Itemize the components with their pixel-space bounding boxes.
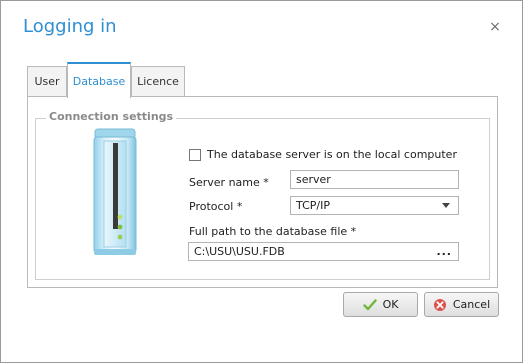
db-path-label: Full path to the database file * bbox=[189, 225, 357, 238]
local-server-checkbox-label: The database server is on the local comp… bbox=[207, 148, 457, 161]
ok-button-label: OK bbox=[382, 298, 399, 311]
tab-user[interactable]: User bbox=[27, 66, 67, 97]
server-name-input[interactable]: server bbox=[290, 170, 459, 189]
local-server-checkbox[interactable] bbox=[189, 148, 201, 161]
db-path-value: C:\USU\USU.FDB bbox=[194, 245, 285, 258]
checkmark-icon bbox=[362, 298, 377, 310]
dialog-title: Logging in bbox=[23, 16, 117, 37]
cancel-button[interactable]: Cancel bbox=[424, 292, 499, 317]
tab-database[interactable]: Database bbox=[67, 62, 131, 98]
cancel-button-label: Cancel bbox=[452, 298, 491, 311]
cancel-icon bbox=[433, 298, 446, 311]
server-name-label: Server name * bbox=[189, 176, 269, 189]
close-icon[interactable]: × bbox=[488, 20, 502, 34]
protocol-select[interactable]: TCP/IP bbox=[290, 196, 459, 215]
browse-ellipsis-button[interactable]: ... bbox=[436, 243, 452, 260]
ok-button[interactable]: OK bbox=[343, 292, 418, 317]
local-server-checkbox-row[interactable]: The database server is on the local comp… bbox=[189, 148, 457, 161]
protocol-value: TCP/IP bbox=[296, 199, 330, 212]
protocol-label: Protocol * bbox=[189, 200, 243, 213]
login-dialog: Logging in × User Database Licence Conne… bbox=[0, 0, 523, 363]
db-path-input[interactable]: C:\USU\USU.FDB ... bbox=[188, 242, 459, 261]
chevron-down-icon[interactable] bbox=[442, 203, 450, 208]
